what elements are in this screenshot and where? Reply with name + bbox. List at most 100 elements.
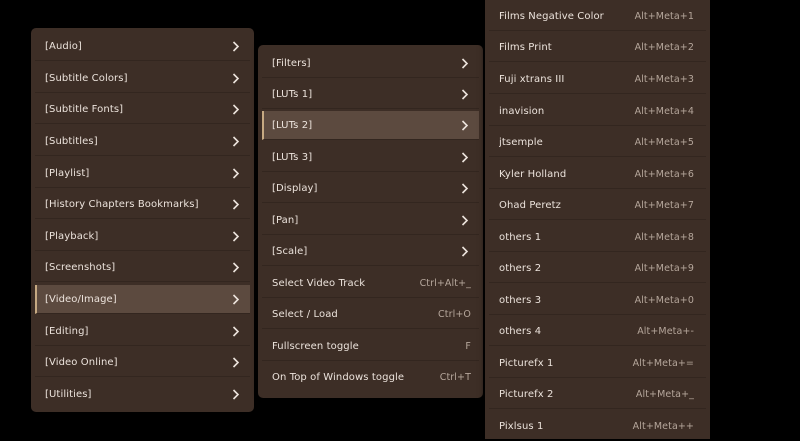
menu-item-label: Fuji xtrans III [499,73,565,85]
menu-item-label: On Top of Windows toggle [272,372,405,383]
menu-item-label: Films Negative Color [499,10,604,22]
menu-item-utilities[interactable]: [Utilities] [35,380,250,409]
chevron-right-icon [459,214,471,226]
menu-item-on-top-toggle[interactable]: On Top of Windows toggle Ctrl+T [262,363,479,392]
menu-item-fullscreen-toggle[interactable]: Fullscreen toggle F [262,332,479,361]
menu-item-inavision[interactable]: inavision Alt+Meta+4 [489,97,706,126]
menu-item-playlist[interactable]: [Playlist] [35,159,250,188]
menu-item-video-image[interactable]: [Video/Image] [35,285,250,314]
menu-item-label: others 1 [499,231,542,243]
shortcut-text: Alt+Meta+3 [634,73,694,85]
menu-item-video-online[interactable]: [Video Online] [35,348,250,377]
menu-item-films-print[interactable]: Films Print Alt+Meta+2 [489,33,706,62]
chevron-right-icon [459,57,471,69]
menu-item-label: [Audio] [45,40,82,52]
shortcut-text: Alt+Meta+4 [634,105,694,117]
menu-item-pixlsus-1[interactable]: Pixlsus 1 Alt+Meta++ [489,412,706,441]
menu-item-label: [Filters] [272,57,311,69]
menu-item-subtitles[interactable]: [Subtitles] [35,127,250,156]
shortcut-text: Alt+Meta+= [632,357,694,369]
menu-item-label: jtsemple [499,136,543,148]
chevron-right-icon [459,245,471,257]
menu-item-history-chapters-bookmarks[interactable]: [History Chapters Bookmarks] [35,190,250,219]
chevron-right-icon [230,389,242,401]
chevron-right-icon [230,135,242,147]
shortcut-text: Alt+Meta+6 [634,168,694,180]
menu-item-label: [Subtitle Fonts] [45,103,124,115]
menu-item-label: Picturefx 1 [499,357,554,369]
menu-item-others-1[interactable]: others 1 Alt+Meta+8 [489,223,706,252]
chevron-right-icon [459,151,471,163]
menu-item-label: [History Chapters Bookmarks] [45,198,199,210]
shortcut-text: Alt+Meta+2 [634,41,694,53]
menu-item-luts-1[interactable]: [LUTs 1] [262,80,479,109]
shortcut-text: Ctrl+T [439,372,471,383]
shortcut-text: Alt+Meta+1 [634,10,694,22]
shortcut-text: Alt+Meta+9 [634,262,694,274]
menu-item-others-4[interactable]: others 4 Alt+Meta+- [489,317,706,346]
shortcut-text: Alt+Meta+7 [634,199,694,211]
menu-item-label: [Display] [272,182,318,194]
menu-item-label: [Playback] [45,230,99,242]
menu-item-editing[interactable]: [Editing] [35,317,250,346]
chevron-right-icon [459,182,471,194]
menu-item-display[interactable]: [Display] [262,174,479,203]
shortcut-text: Alt+Meta+- [637,325,694,337]
chevron-right-icon [230,261,242,273]
menu-item-subtitle-colors[interactable]: [Subtitle Colors] [35,64,250,93]
menu-item-label: inavision [499,105,545,117]
chevron-right-icon [459,119,471,131]
menu-item-ohad-peretz[interactable]: Ohad Peretz Alt+Meta+7 [489,191,706,220]
menu-item-label: [Scale] [272,245,308,257]
video-image-submenu: [Filters] [LUTs 1] [LUTs 2] [LUTs 3] [Di… [258,45,483,398]
chevron-right-icon [230,72,242,84]
menu-item-label: Kyler Holland [499,168,567,180]
menu-item-subtitle-fonts[interactable]: [Subtitle Fonts] [35,95,250,124]
shortcut-text: Alt+Meta+_ [635,388,694,400]
chevron-right-icon [230,103,242,115]
menu-item-audio[interactable]: [Audio] [35,32,250,61]
menu-item-label: others 3 [499,294,542,306]
menu-item-label: [Video/Image] [45,293,117,305]
menu-item-label: Fullscreen toggle [272,340,359,352]
menu-item-label: Select Video Track [272,277,366,289]
menu-item-picturefx-1[interactable]: Picturefx 1 Alt+Meta+= [489,349,706,378]
menu-item-label: [Playlist] [45,167,90,179]
menu-item-select-video-track[interactable]: Select Video Track Ctrl+Alt+_ [262,269,479,298]
menu-item-films-negative-color[interactable]: Films Negative Color Alt+Meta+1 [489,2,706,31]
menu-item-luts-3[interactable]: [LUTs 3] [262,143,479,172]
menu-item-playback[interactable]: [Playback] [35,222,250,251]
shortcut-text: Ctrl+O [438,308,471,320]
menu-item-others-3[interactable]: others 3 Alt+Meta+0 [489,286,706,315]
menu-item-select-load[interactable]: Select / Load Ctrl+O [262,300,479,329]
menu-item-label: [LUTs 3] [272,151,313,163]
chevron-right-icon [230,356,242,368]
menu-item-label: [Pan] [272,214,299,226]
menu-item-label: [Editing] [45,325,89,337]
shortcut-text: Ctrl+Alt+_ [419,277,471,289]
menu-item-label: [Video Online] [45,356,118,368]
shortcut-text: Alt+Meta+8 [634,231,694,243]
menu-item-fuji-xtrans-iii[interactable]: Fuji xtrans III Alt+Meta+3 [489,65,706,94]
luts-2-submenu: Films Negative Color Alt+Meta+1 Films Pr… [485,0,710,439]
chevron-right-icon [230,230,242,242]
menu-item-label: [Utilities] [45,389,92,400]
menu-item-luts-2[interactable]: [LUTs 2] [262,111,479,140]
menu-item-others-2[interactable]: others 2 Alt+Meta+9 [489,254,706,283]
menu-item-scale[interactable]: [Scale] [262,237,479,266]
shortcut-text: Alt+Meta+5 [634,136,694,148]
chevron-right-icon [230,325,242,337]
menu-item-screenshots[interactable]: [Screenshots] [35,253,250,282]
menu-item-picturefx-2[interactable]: Picturefx 2 Alt+Meta+_ [489,380,706,409]
menu-item-label: others 4 [499,325,542,337]
menu-item-label: others 2 [499,262,542,274]
menu-item-label: Picturefx 2 [499,388,554,400]
menu-item-filters[interactable]: [Filters] [262,49,479,78]
shortcut-text: Alt+Meta+0 [634,294,694,306]
menu-item-pan[interactable]: [Pan] [262,206,479,235]
menu-item-label: [Screenshots] [45,261,116,273]
menu-item-kyler-holland[interactable]: Kyler Holland Alt+Meta+6 [489,160,706,189]
menu-item-jtsemple[interactable]: jtsemple Alt+Meta+5 [489,128,706,157]
chevron-right-icon [230,198,242,210]
menu-item-label: [Subtitles] [45,135,98,147]
